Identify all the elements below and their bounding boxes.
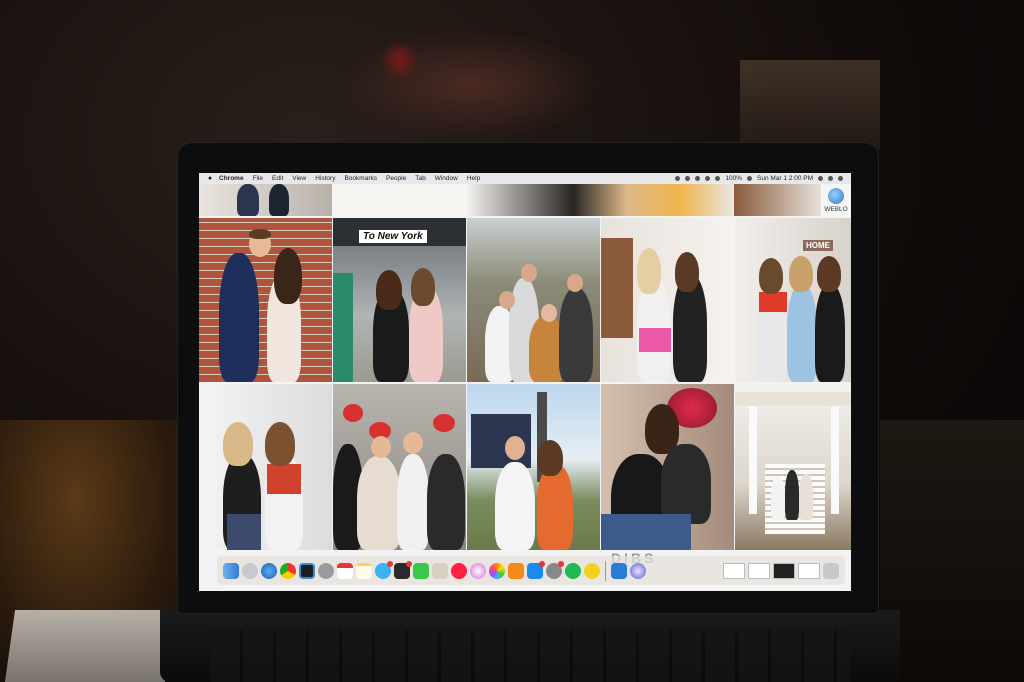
photo-top-4 [734,184,821,216]
trash-icon[interactable] [823,562,839,579]
photo-brick-couple [199,218,332,382]
menu-app-name[interactable]: Chrome [219,175,244,182]
menu-window[interactable]: Window [435,175,458,182]
facetime-icon[interactable] [413,562,429,579]
photo-two-girls-hall [199,384,332,550]
webloc-label: WEBLO [824,206,848,213]
dock-document-thumbnail[interactable] [723,562,745,579]
photo-girls-balloons [601,384,734,550]
status-area: 100% Sun Mar 1 2:00 PM [675,175,843,182]
battery-icon[interactable] [747,176,752,181]
screen-icon[interactable] [299,562,315,579]
photo-porch-group [735,384,851,550]
photo-three-girls-home: HOME [735,218,851,382]
app-store-icon[interactable] [527,560,545,579]
menu-bar: ● Chrome File Edit View History Bookmark… [199,173,851,184]
menu-tab[interactable]: Tab [415,175,425,182]
status-icon[interactable] [675,176,681,181]
news-icon[interactable] [451,562,467,579]
menu-people[interactable]: People [386,175,406,182]
notes-icon[interactable] [356,562,372,579]
system-preferences-icon[interactable] [546,560,564,579]
notification-icon[interactable] [838,176,843,181]
menu-bookmarks[interactable]: Bookmarks [344,175,377,182]
battery-percent[interactable]: 100% [725,175,742,182]
dock [217,556,845,585]
finder-icon[interactable] [223,562,239,579]
calendar-icon[interactable] [337,562,353,579]
wifi-icon[interactable] [705,176,711,181]
books-icon[interactable] [508,562,524,579]
dock-document-thumbnail[interactable] [748,562,770,579]
spotify-icon[interactable] [565,562,581,579]
background-paper [4,610,176,682]
home-sign: HOME [803,240,833,251]
dock-document-thumbnail[interactable] [798,562,820,579]
search-icon[interactable] [818,176,823,181]
photo-two-girls-room [601,218,734,382]
status-icon[interactable] [685,176,691,181]
background-lamp-glow [340,30,600,140]
rocket-icon[interactable] [318,562,334,579]
photos-icon[interactable] [489,562,505,579]
photo-top-3 [467,184,733,216]
menu-history[interactable]: History [315,175,335,182]
siri-icon[interactable] [828,176,833,181]
photo-campus-couple [467,384,600,550]
webloc-file[interactable]: WEBLO [821,185,851,217]
preview-icon[interactable] [432,562,448,579]
background-red-light [380,40,420,80]
photo-train-station: To New York [333,218,466,382]
background-furniture [880,420,1024,682]
menu-edit[interactable]: Edit [272,175,283,182]
photos-booth-icon[interactable] [394,560,412,579]
siri-icon[interactable] [630,562,646,579]
launchpad-icon[interactable] [242,562,258,579]
chrome-icon[interactable] [280,562,296,579]
apple-icon[interactable]: ● [205,174,215,184]
background-shelf [740,60,880,150]
dock-separator [605,560,606,581]
menu-help[interactable]: Help [467,175,480,182]
keynote-icon[interactable] [611,562,627,579]
photo-top-1 [199,184,332,216]
cyberduck-icon[interactable] [584,562,600,579]
volume-icon[interactable] [715,176,721,181]
laptop-keyboard [210,630,850,682]
bluetooth-icon[interactable] [695,176,701,181]
safari-icon[interactable] [261,562,277,579]
menu-view[interactable]: View [292,175,306,182]
laptop-screen: ● Chrome File Edit View History Bookmark… [199,173,851,591]
dock-document-thumbnail[interactable] [773,562,795,579]
menu-file[interactable]: File [253,175,263,182]
photo-santa-hats [333,384,466,550]
messages-icon[interactable] [375,560,393,579]
photo-top-2 [333,184,466,216]
photo-group-outdoor [467,218,600,382]
itunes-icon[interactable] [470,562,486,579]
safari-webloc-icon [828,188,844,204]
station-sign: To New York [359,230,427,243]
menu-clock[interactable]: Sun Mar 1 2:00 PM [757,175,813,182]
